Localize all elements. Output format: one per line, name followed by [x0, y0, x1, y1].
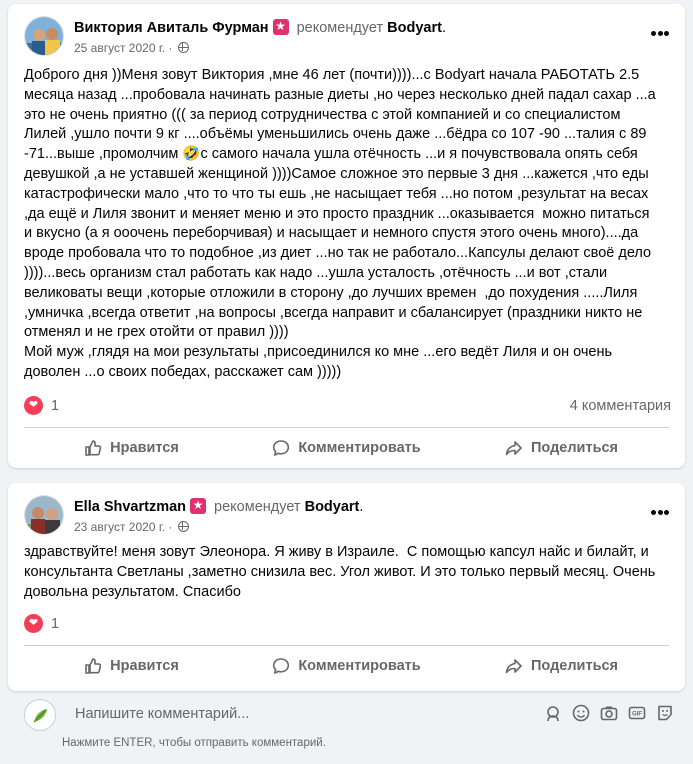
post-header: Ella Shvartzman ★ рекомендует Bodyart. 23…	[24, 495, 669, 539]
reaction-count[interactable]: 1	[51, 616, 59, 632]
svg-text:GIF: GIF	[632, 712, 642, 718]
action-bar: Нравится Комментировать Поделиться	[24, 430, 669, 466]
comments-count[interactable]: 4 комментария	[570, 398, 671, 414]
reactions-bar: 1	[24, 613, 669, 637]
recommendation-icon: ★	[272, 19, 289, 35]
divider	[24, 645, 669, 646]
comment-composer: GIF	[24, 696, 693, 734]
avatar-sticker-icon[interactable]	[544, 704, 562, 722]
recommends-label: рекомендует	[214, 499, 301, 515]
more-options-icon[interactable]	[651, 28, 669, 40]
reactions-bar: 1 4 комментария	[24, 395, 671, 419]
globe-icon	[177, 42, 189, 53]
comment-icon	[273, 440, 290, 456]
comment-hint: Нажмите ENTER, чтобы отправить комментар…	[62, 737, 326, 749]
post-meta: 25 август 2020 г. ·	[74, 41, 189, 55]
post-date[interactable]: 25 август 2020 г.	[74, 41, 165, 55]
globe-icon	[177, 521, 189, 532]
share-button[interactable]: Поделиться	[454, 430, 669, 466]
like-label: Нравится	[110, 440, 179, 456]
post-card: Виктория Авиталь Фурман ★ рекомендует Bod…	[8, 4, 685, 468]
share-label: Поделиться	[530, 440, 619, 456]
comment-label: Комментировать	[298, 440, 421, 456]
reaction-count[interactable]: 1	[51, 398, 59, 414]
comment-label: Комментировать	[298, 658, 421, 674]
comment-icon	[273, 658, 290, 674]
post-text: здравствуйте! меня зовут Элеонора. Я жив…	[24, 544, 656, 600]
author-line: Виктория Авиталь Фурман ★ рекомендует Bod…	[74, 19, 446, 36]
camera-icon[interactable]	[600, 704, 618, 722]
author-name[interactable]: Ella Shvartzman	[74, 499, 186, 515]
author-avatar[interactable]	[24, 16, 64, 56]
gif-icon[interactable]: GIF	[628, 704, 646, 722]
share-icon	[505, 659, 522, 674]
page-name[interactable]: Bodyart	[387, 20, 442, 36]
like-button[interactable]: Нравится	[24, 648, 239, 684]
author-avatar[interactable]	[24, 495, 64, 535]
share-icon	[505, 441, 522, 456]
post-date[interactable]: 23 август 2020 г.	[74, 520, 165, 534]
thumbs-up-icon	[85, 440, 102, 456]
post-meta: 23 август 2020 г. ·	[74, 520, 189, 534]
sticker-icon[interactable]	[656, 704, 674, 722]
page-name[interactable]: Bodyart	[305, 499, 360, 515]
like-label: Нравится	[110, 658, 179, 674]
recommends-label: рекомендует	[296, 20, 384, 36]
author-line: Ella Shvartzman ★ рекомендует Bodyart.	[74, 498, 364, 515]
like-button[interactable]: Нравится	[24, 430, 239, 466]
recommendation-icon: ★	[190, 498, 207, 514]
my-avatar[interactable]	[24, 699, 56, 731]
share-button[interactable]: Поделиться	[454, 648, 669, 684]
more-options-icon[interactable]	[651, 507, 669, 519]
thumbs-up-icon	[85, 658, 102, 674]
post-card: Ella Shvartzman ★ рекомендует Bodyart. 23…	[8, 483, 685, 691]
action-bar: Нравится Комментировать Поделиться	[24, 648, 669, 684]
post-text: Доброго дня ))Меня зовут Виктория ,мне 4…	[24, 67, 656, 380]
love-reaction-icon[interactable]	[24, 396, 43, 415]
author-name[interactable]: Виктория Авиталь Фурман	[74, 20, 269, 36]
comment-button[interactable]: Комментировать	[239, 648, 454, 684]
divider	[24, 427, 669, 428]
comment-input-icons: GIF	[544, 704, 674, 724]
emoji-icon[interactable]	[572, 704, 590, 722]
love-reaction-icon[interactable]	[24, 614, 43, 633]
share-label: Поделиться	[530, 658, 619, 674]
comment-button[interactable]: Комментировать	[239, 430, 454, 466]
post-header: Виктория Авиталь Фурман ★ рекомендует Bod…	[24, 16, 669, 60]
